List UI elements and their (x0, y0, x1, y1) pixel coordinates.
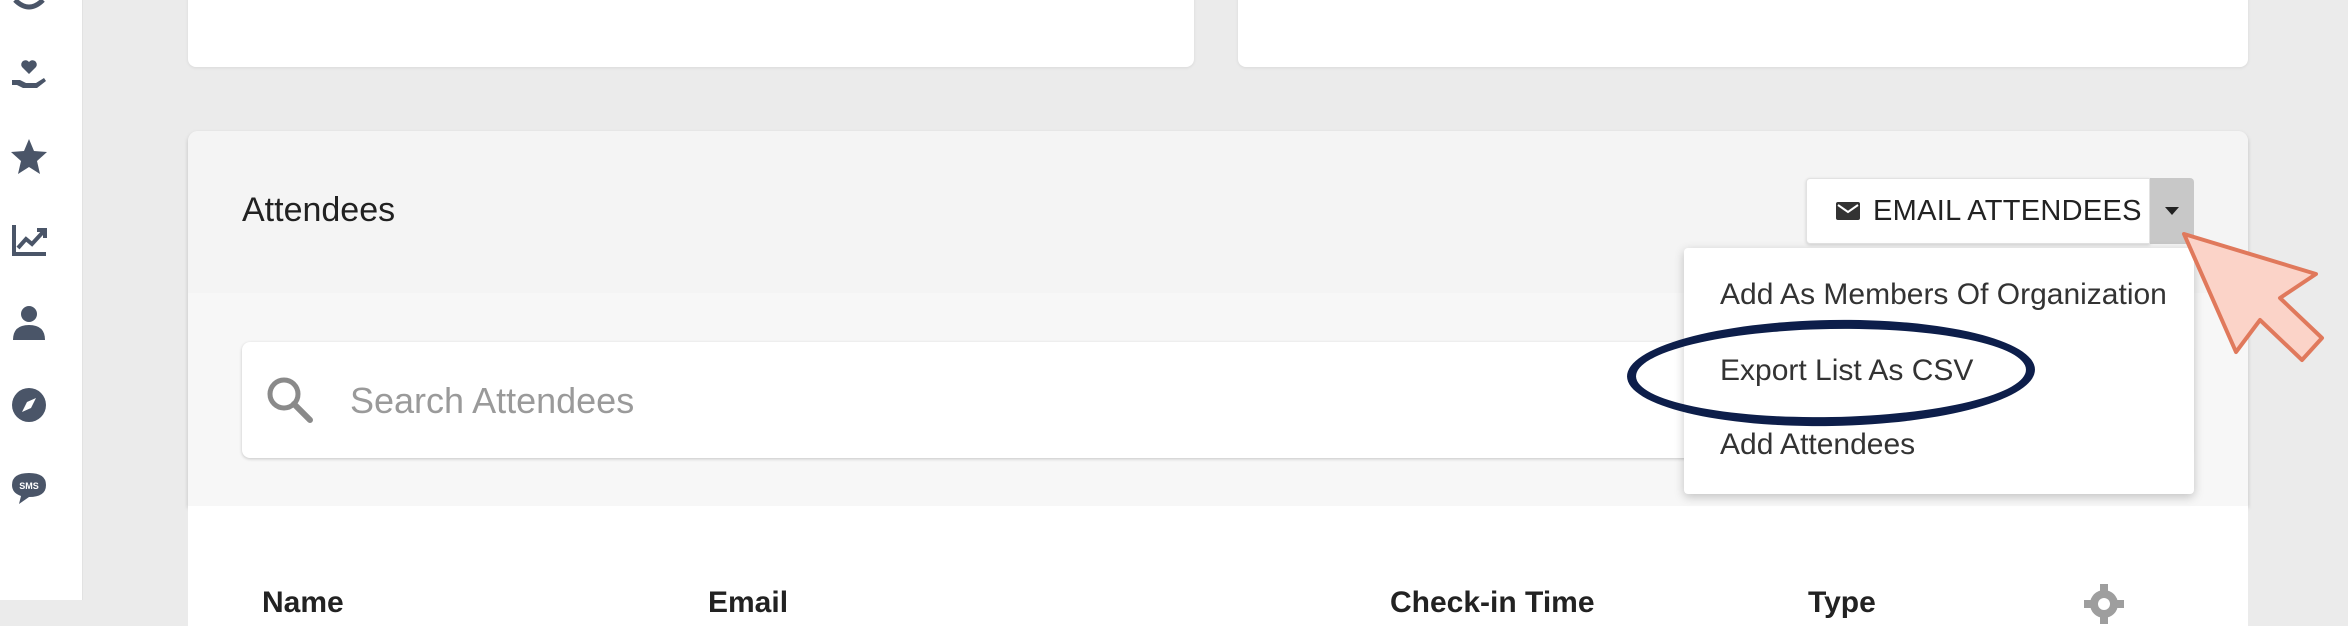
gear-icon[interactable] (2082, 582, 2126, 626)
svg-text:SMS: SMS (19, 481, 39, 491)
column-header-type[interactable]: Type (1808, 586, 1876, 620)
caret-down-icon (2165, 207, 2179, 215)
email-attendees-button[interactable]: EMAIL ATTENDEES (1806, 178, 2150, 244)
column-header-checkin-time[interactable]: Check-in Time (1390, 586, 1595, 620)
search-placeholder: Search Attendees (350, 380, 635, 421)
search-icon (267, 377, 313, 423)
chart-line-icon[interactable] (9, 220, 49, 260)
attendees-table (188, 506, 2248, 626)
envelope-icon (1835, 198, 1861, 224)
compass-icon[interactable] (9, 385, 49, 425)
top-card-right (1238, 0, 2248, 67)
column-header-email[interactable]: Email (708, 586, 788, 620)
top-card-left (188, 0, 1194, 67)
sms-icon[interactable]: SMS (9, 468, 49, 508)
menu-item-add-attendees[interactable]: Add Attendees (1720, 428, 1915, 462)
star-icon[interactable] (9, 136, 49, 176)
sidebar: SMS (0, 0, 83, 600)
page-title: Attendees (242, 191, 396, 229)
donation-hand-icon[interactable] (9, 52, 49, 92)
pointer-arrow-icon (2182, 232, 2324, 362)
partial-top-icon[interactable] (9, 0, 49, 20)
email-attendees-label: EMAIL ATTENDEES (1873, 194, 2142, 227)
menu-item-add-members[interactable]: Add As Members Of Organization (1720, 278, 2167, 312)
person-icon[interactable] (9, 302, 49, 342)
column-header-name[interactable]: Name (262, 586, 344, 620)
